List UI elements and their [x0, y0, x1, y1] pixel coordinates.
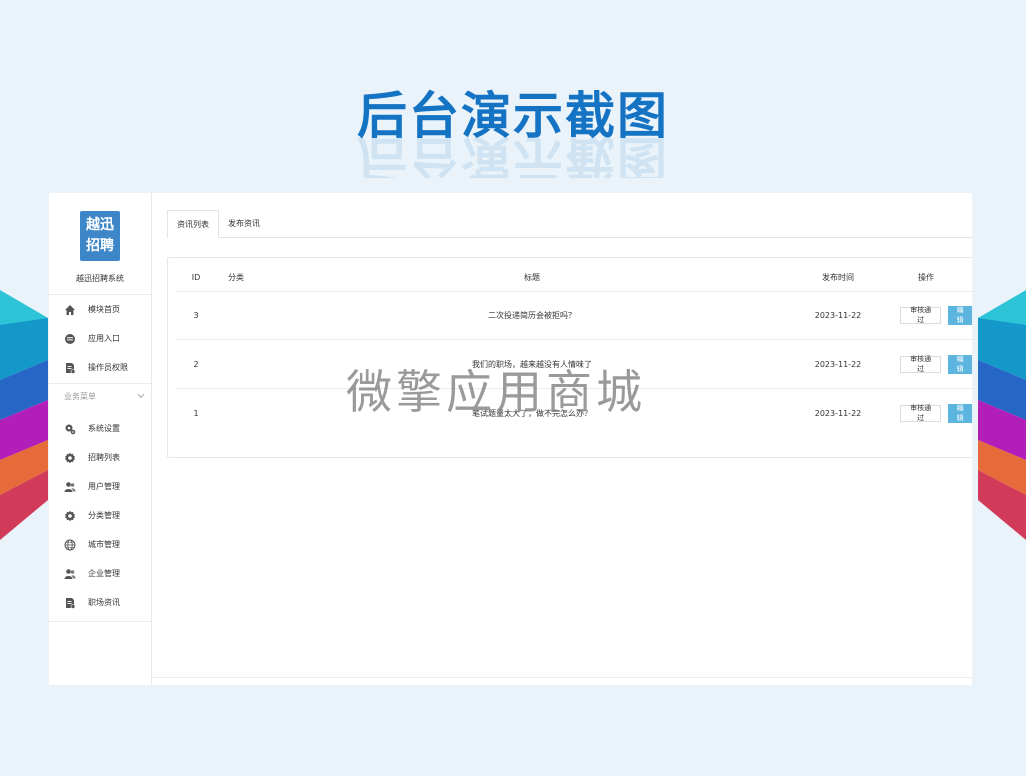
tab-publish-news[interactable]: 发布资讯 [219, 210, 269, 237]
header-category: 分类 [228, 273, 244, 282]
chevron-down-icon [137, 392, 145, 401]
system-name: 越迅招聘系统 [76, 274, 124, 283]
globe-icon [64, 539, 76, 551]
group-label: 业务菜单 [64, 392, 96, 401]
settings-icon [64, 423, 76, 435]
tab-news-list[interactable]: 资讯列表 [167, 210, 219, 238]
chat-icon [64, 333, 76, 345]
main-content: 资讯列表 发布资讯 ID 分类 标题 发布时间 操作 3 二次投递简历会被拒吗？… [152, 193, 972, 685]
sidebar-item-label: 分类管理 [88, 511, 120, 520]
edit-button[interactable]: 编辑 [948, 403, 972, 423]
edit-button[interactable]: 编辑 [948, 305, 972, 325]
sidebar-item-city-management[interactable]: 城市管理 [49, 530, 151, 559]
document-icon [64, 597, 76, 609]
edit-button[interactable]: 编辑 [948, 354, 972, 374]
sidebar-item-workplace-news[interactable]: 职场资讯 [49, 588, 151, 617]
users-icon [64, 481, 76, 493]
header-id: ID [191, 273, 201, 282]
row-date: 2023-11-22 [814, 310, 862, 320]
watermark-text: 微擎应用商城 [346, 365, 646, 419]
sidebar-item-label: 城市管理 [88, 540, 120, 549]
table-row: 3 二次投递简历会被拒吗？ 2023-11-22 审核通过 编辑 [176, 291, 972, 340]
sidebar-item-label: 职场资讯 [88, 598, 120, 607]
row-actions: 审核通过 编辑 [880, 403, 972, 423]
approve-button[interactable]: 审核通过 [900, 355, 942, 373]
sidebar-item-user-management[interactable]: 用户管理 [49, 472, 151, 501]
footer-divider [152, 677, 972, 678]
sidebar-item-company-management[interactable]: 企业管理 [49, 559, 151, 588]
approve-button[interactable]: 审核通过 [900, 404, 942, 422]
row-actions: 审核通过 编辑 [880, 305, 972, 325]
sidebar-item-system-settings[interactable]: 系统设置 [49, 414, 151, 443]
sidebar-item-app-entry[interactable]: 应用入口 [49, 324, 151, 353]
tab-bar: 资讯列表 发布资讯 [167, 210, 972, 238]
sidebar-top-menu: 模块首页 应用入口 操作员权限 [49, 294, 151, 382]
decorative-ribbon-right [966, 270, 1026, 560]
sidebar-item-label: 系统设置 [88, 424, 120, 433]
sidebar-item-label: 模块首页 [88, 305, 120, 314]
sidebar-business-menu: 系统设置 招聘列表 用户管理 分类管理 城市管理 企业管理 职场资讯 [49, 414, 151, 617]
header-title: 标题 [524, 273, 540, 282]
sidebar-item-label: 招聘列表 [88, 453, 120, 462]
row-date: 2023-11-22 [814, 408, 862, 418]
row-id: 1 [193, 408, 199, 418]
users-icon [64, 568, 76, 580]
app-logo[interactable]: 越迅 招聘 [80, 211, 120, 261]
gear-icon [64, 510, 76, 522]
sidebar-item-label: 用户管理 [88, 482, 120, 491]
logo-text-line1: 越迅 [86, 217, 114, 233]
header-date: 发布时间 [822, 273, 854, 282]
approve-button[interactable]: 审核通过 [900, 306, 942, 324]
row-actions: 审核通过 编辑 [880, 354, 972, 374]
sidebar-item-label: 应用入口 [88, 334, 120, 343]
sidebar: 越迅 招聘 越迅招聘系统 模块首页 应用入口 操作员权限 业务菜单 系统设置 招… [49, 193, 152, 685]
sidebar-divider [49, 621, 151, 622]
row-date: 2023-11-22 [814, 359, 862, 369]
gear-icon [64, 452, 76, 464]
admin-panel: 越迅 招聘 越迅招聘系统 模块首页 应用入口 操作员权限 业务菜单 系统设置 招… [49, 193, 972, 685]
sidebar-item-job-list[interactable]: 招聘列表 [49, 443, 151, 472]
sidebar-item-label: 企业管理 [88, 569, 120, 578]
header-action: 操作 [918, 273, 934, 282]
document-icon [64, 362, 76, 374]
sidebar-item-operator-permissions[interactable]: 操作员权限 [49, 353, 151, 382]
home-icon [64, 304, 76, 316]
hero-title-reflection: 后台演示截图 [357, 132, 669, 178]
sidebar-item-module-home[interactable]: 模块首页 [49, 295, 151, 324]
table-header: ID 分类 标题 发布时间 操作 [176, 264, 972, 292]
row-id: 2 [193, 359, 199, 369]
row-title: 二次投递简历会被拒吗？ [488, 310, 576, 320]
row-id: 3 [193, 310, 199, 320]
logo-text-line2: 招聘 [86, 238, 114, 254]
business-menu-header[interactable]: 业务菜单 [49, 383, 151, 409]
sidebar-item-category-management[interactable]: 分类管理 [49, 501, 151, 530]
sidebar-item-label: 操作员权限 [88, 363, 128, 372]
